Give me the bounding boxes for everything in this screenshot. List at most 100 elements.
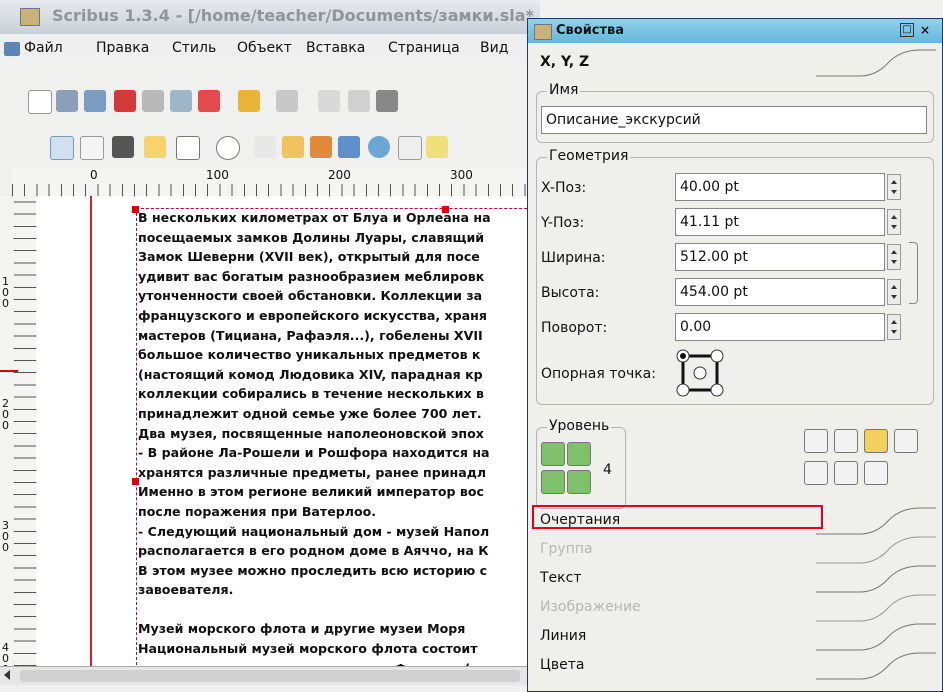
select-tool-icon[interactable] [50, 136, 74, 160]
tab-xyz[interactable]: X, Y, Z [532, 49, 936, 77]
highlight-box [532, 505, 823, 529]
menu-page[interactable]: Страница [388, 40, 460, 56]
menu-bar: Файл Правка Стиль Объект Вставка Страниц… [0, 36, 540, 62]
redo-icon[interactable] [276, 90, 298, 112]
level-group: Уровень 4 [536, 418, 626, 509]
menu-style[interactable]: Стиль [172, 40, 216, 56]
tab-text-label: Текст [540, 570, 582, 586]
text-line: французского и европейского искусства, х… [138, 307, 487, 323]
text-line: хранятся различные предметы, ранее прина… [138, 464, 487, 480]
horizontal-scrollbar[interactable] [0, 666, 540, 685]
menu-insert[interactable]: Вставка [306, 40, 365, 56]
scroll-left-icon[interactable] [4, 670, 10, 680]
tab-text[interactable]: Текст [532, 565, 936, 593]
vertical-ruler[interactable]: 100 200 300 400 [0, 196, 37, 675]
text-frame-icon[interactable] [80, 136, 104, 160]
xpos-spinner[interactable] [887, 174, 901, 200]
paste-icon[interactable] [376, 90, 398, 112]
open-folder-icon[interactable] [56, 90, 78, 112]
rotation-spinner[interactable] [887, 314, 901, 340]
geometry-group: Геометрия X-Поз: 40.00 pt Y-Поз: 41.11 p… [536, 148, 934, 405]
raise-to-top-icon[interactable] [567, 442, 591, 466]
text-line: большое количество уникальных предметов … [138, 347, 481, 363]
document-canvas[interactable]: В нескольких километрах от Блуа и Орлеан… [36, 196, 538, 666]
anchor-point-selector[interactable] [673, 348, 731, 400]
menu-file[interactable]: Файл [24, 40, 63, 56]
lock-icon[interactable] [864, 429, 888, 453]
width-spinner[interactable] [887, 244, 901, 270]
link-size-icon[interactable] [909, 242, 918, 304]
rotation-field[interactable]: 0.00 [675, 313, 885, 341]
tab-colors[interactable]: Цвета [532, 652, 936, 680]
close-document-icon[interactable] [114, 90, 136, 112]
line-icon[interactable] [254, 136, 276, 158]
flip-horizontal-icon[interactable] [804, 429, 828, 453]
ruler-label: 0 [90, 168, 98, 182]
float-icon[interactable]: □ [900, 23, 914, 37]
export-pdf-icon[interactable] [198, 90, 220, 112]
save-icon[interactable] [84, 90, 106, 112]
height-label: Высота: [541, 285, 600, 301]
tab-image-label: Изображение [540, 599, 641, 615]
menu-view[interactable]: Вид [480, 40, 508, 56]
text-line: мастеров (Тициана, Рафаэля...), гобелены… [138, 327, 483, 343]
print-icon[interactable] [142, 90, 164, 112]
menu-object[interactable]: Объект [237, 40, 292, 56]
name-field[interactable]: Описание_экскурсий [541, 106, 927, 134]
polygon-icon[interactable] [216, 136, 240, 160]
anchor-label: Опорная точка: [541, 366, 656, 382]
level-group-label: Уровень [547, 418, 612, 434]
height-spinner[interactable] [887, 279, 901, 305]
text-line: расположенных в разных городах Франции (… [138, 659, 538, 666]
freehand-icon[interactable] [310, 136, 332, 158]
image-frame-icon[interactable] [112, 136, 134, 158]
print-enable-icon[interactable] [864, 461, 888, 485]
tab-image: Изображение [532, 594, 936, 622]
xpos-field[interactable]: 40.00 pt [675, 173, 885, 201]
table-icon[interactable] [144, 136, 166, 158]
copy-icon[interactable] [348, 90, 370, 112]
tab-colors-label: Цвета [540, 657, 585, 673]
window-title: Scribus 1.3.4 - [/home/teacher/Documents… [52, 6, 534, 25]
swap-vertical-icon[interactable] [834, 461, 858, 485]
close-icon[interactable]: × [918, 23, 932, 37]
shape-icon[interactable] [176, 136, 200, 160]
size-lock-icon[interactable] [894, 429, 918, 453]
lower-to-bottom-icon[interactable] [567, 470, 591, 494]
horizontal-ruler[interactable]: 0 100 200 300 [12, 168, 538, 197]
rotate-icon[interactable] [338, 136, 360, 158]
geometry-group-label: Геометрия [547, 148, 631, 164]
lower-icon[interactable] [541, 470, 565, 494]
text-line: - Следующий национальный дом - музей Нап… [138, 523, 490, 539]
menu-icon [4, 42, 20, 56]
text-line: В нескольких километрах от Блуа и Орлеан… [138, 210, 491, 225]
story-editor-icon[interactable] [426, 136, 448, 158]
tab-line[interactable]: Линия [532, 623, 936, 651]
preflight-icon[interactable] [170, 90, 192, 112]
ruler-marker [0, 370, 18, 372]
flip-vertical-icon[interactable] [804, 461, 828, 485]
scroll-thumb[interactable] [20, 670, 520, 682]
width-field[interactable]: 512.00 pt [675, 243, 885, 271]
ypos-spinner[interactable] [887, 209, 901, 235]
ruler-label: 200 [328, 168, 351, 182]
text-line: утонченности своей обстановки. Коллекции… [138, 288, 483, 304]
tab-divider [816, 49, 936, 77]
edit-text-icon[interactable] [398, 136, 422, 160]
swap-horizontal-icon[interactable] [834, 429, 858, 453]
text-line: Музей морского флота и другие музеи Моря [138, 621, 466, 637]
undo-icon[interactable] [238, 90, 260, 112]
zoom-icon[interactable] [368, 136, 390, 158]
menu-edit[interactable]: Правка [96, 40, 149, 56]
text-line: удивит вас богатым разнообразием меблиро… [138, 268, 485, 284]
text-line: завоевателя. [138, 582, 234, 598]
cut-icon[interactable] [318, 90, 340, 112]
raise-icon[interactable] [541, 442, 565, 466]
ypos-field[interactable]: 41.11 pt [675, 208, 885, 236]
text-line: посещаемых замков Долины Луары, славящий [138, 229, 485, 245]
bezier-icon[interactable] [282, 136, 304, 158]
height-field[interactable]: 454.00 pt [675, 278, 885, 306]
new-document-icon[interactable] [28, 90, 52, 114]
app-icon [20, 8, 40, 26]
text-line: располагается в его родном доме в Аяччо,… [138, 543, 489, 559]
